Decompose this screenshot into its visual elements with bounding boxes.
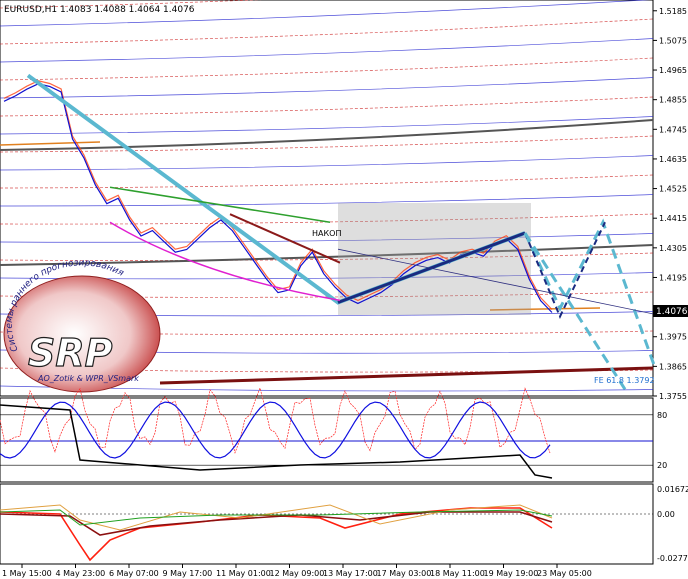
logo-subtext: AO_Zotik & WPR_VSmark <box>37 374 139 383</box>
y-tick-label: 1.4195 <box>659 273 687 282</box>
y-tick-label: 1.4855 <box>659 96 687 105</box>
y-tick-label: 1.3865 <box>659 362 687 371</box>
x-tick-label: 13 May 17:00 <box>323 569 378 578</box>
ind2-tick-label: 0.00 <box>657 510 675 519</box>
y-tick-label: 1.4525 <box>659 185 687 194</box>
x-tick-label: 6 May 07:00 <box>109 569 159 578</box>
x-tick-label: 12 May 09:00 <box>270 569 325 578</box>
y-tick-label: 1.5075 <box>659 36 687 45</box>
x-tick-label: 9 May 17:00 <box>163 569 213 578</box>
fibo-label: FE 61.8 1.3792 <box>594 376 655 385</box>
y-tick-label: 1.4965 <box>659 66 687 75</box>
y-tick-label: 1.4415 <box>659 214 687 223</box>
x-tick-label: 23 May 05:00 <box>537 569 592 578</box>
x-tick-label: 18 May 11:00 <box>430 569 485 578</box>
annotation-nakop: НАКОП <box>312 229 341 238</box>
y-tick-label: 1.3755 <box>659 392 687 401</box>
y-tick-label: 1.5185 <box>659 7 687 16</box>
x-tick-label: 11 May 01:00 <box>216 569 271 578</box>
y-tick-label: 1.4745 <box>659 125 687 134</box>
logo-srp: SRP <box>28 331 113 375</box>
x-tick-label: 1 May 15:00 <box>2 569 52 578</box>
level-label: 20 <box>657 461 667 470</box>
level-label: 80 <box>657 411 667 420</box>
chart-root: EURUSD,H1 1.4083 1.4088 1.4064 1.4076 НА… <box>0 0 688 579</box>
y-tick-label: 1.4635 <box>659 155 687 164</box>
x-tick-label: 4 May 23:00 <box>56 569 106 578</box>
x-tick-label: 19 May 19:00 <box>484 569 539 578</box>
y-tick-label: 1.4305 <box>659 244 687 253</box>
y-tick-label: 1.3975 <box>659 333 687 342</box>
current-price-label: 1.4076 <box>656 307 688 317</box>
ind2-tick-label: 0.01672 <box>657 485 688 494</box>
accumulation-zone <box>338 203 531 315</box>
symbol-title: EURUSD,H1 1.4083 1.4088 1.4064 1.4076 <box>4 5 195 15</box>
x-tick-label: 17 May 03:00 <box>377 569 432 578</box>
ind2-tick-label: -0.02773 <box>657 554 688 563</box>
